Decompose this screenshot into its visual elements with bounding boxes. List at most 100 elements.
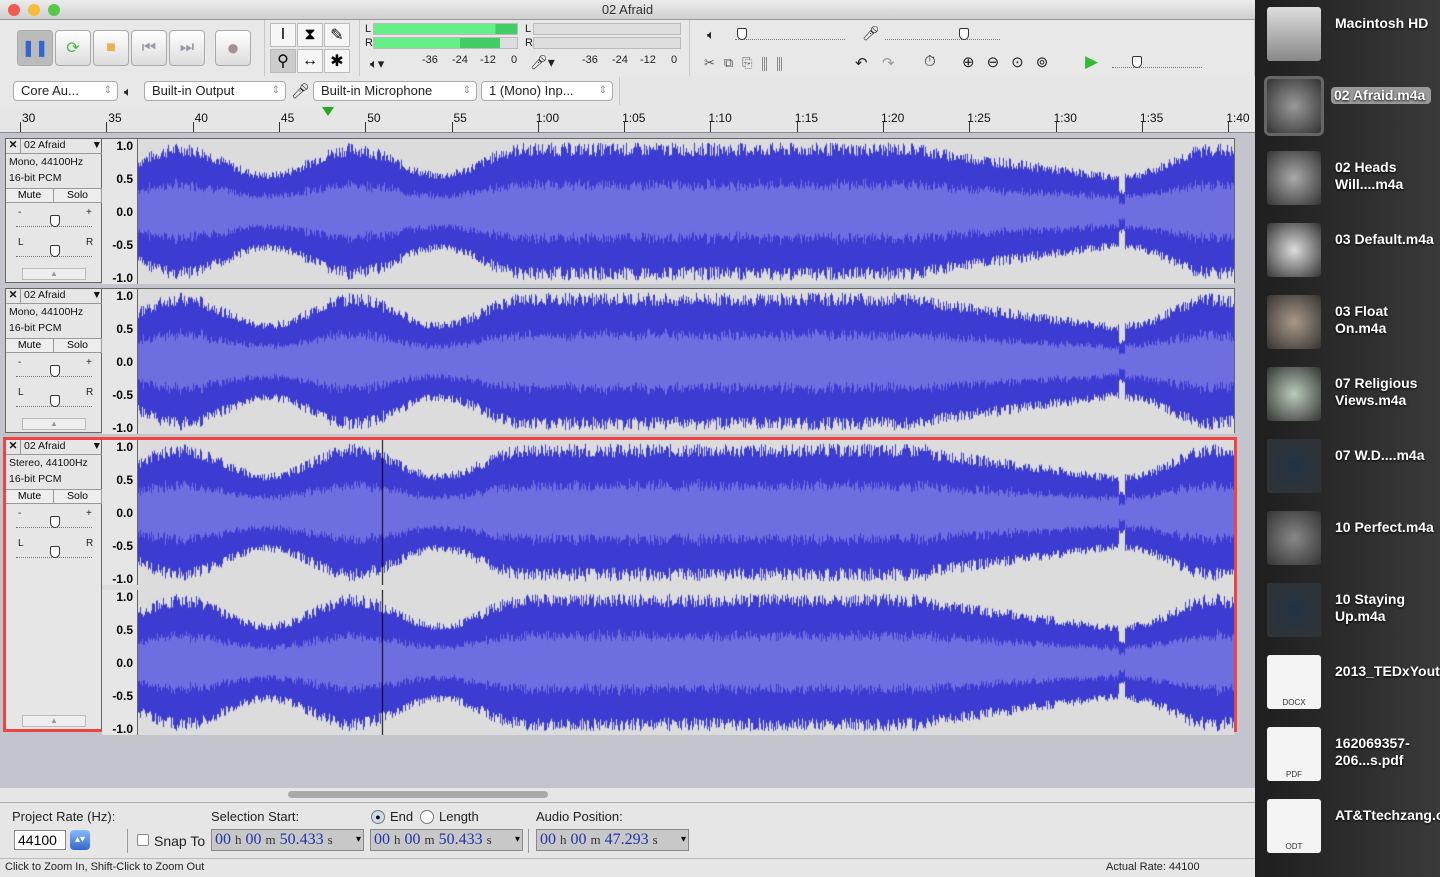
horizontal-scrollbar[interactable] <box>0 788 1255 802</box>
sync-lock-button[interactable]: ⏱ <box>924 53 936 70</box>
slider-knob[interactable] <box>50 546 60 558</box>
track-menu-chevron-icon[interactable]: ▼ <box>92 289 102 303</box>
track-area[interactable]: ✕ 02 Afraid ▼ Mono, 44100Hz 16-bit PCM Mut… <box>0 133 1255 788</box>
dock-item[interactable]: DOCX 2013_TEDxYouth....docx <box>1255 651 1440 719</box>
gain-slider[interactable] <box>16 363 92 377</box>
time-format-dropdown[interactable]: ▾ <box>515 830 520 850</box>
dock-item[interactable]: Macintosh HD <box>1255 3 1440 71</box>
play-speed-slider[interactable] <box>1112 54 1202 68</box>
draw-tool[interactable]: ✎ <box>324 23 350 47</box>
solo-button[interactable]: Solo <box>54 490 102 503</box>
output-volume-slider[interactable] <box>735 26 845 40</box>
zoom-button[interactable] <box>48 4 60 16</box>
mute-button[interactable]: Mute <box>6 339 54 352</box>
output-device-select[interactable]: Built-in Output <box>144 81 286 101</box>
project-rate-input[interactable]: 44100 <box>14 830 66 850</box>
minimize-button[interactable] <box>28 4 40 16</box>
zoom-tool[interactable]: ⚲ <box>270 49 296 73</box>
waveform-channel[interactable] <box>138 289 1234 434</box>
multi-tool[interactable]: ✱ <box>324 49 350 73</box>
loop-play-button[interactable]: ⟳ <box>55 30 91 66</box>
dock-item[interactable]: ODT AT&Ttechzang.odt <box>1255 795 1440 863</box>
envelope-tool[interactable]: ⧗ <box>297 23 323 47</box>
zoom-buttons[interactable]: ⊕⊖⊙⊚ <box>962 53 1060 71</box>
close-track-icon[interactable]: ✕ <box>6 139 21 153</box>
time-shift-tool[interactable]: ↔ <box>297 49 323 73</box>
audio-host-select[interactable]: Core Au... <box>13 81 118 101</box>
audio-position-time[interactable]: 00 h 00 m 47.293 s ▾ <box>536 829 689 851</box>
snap-to-checkbox[interactable] <box>137 834 149 846</box>
length-radio[interactable] <box>420 810 434 824</box>
playhead-marker[interactable] <box>322 107 334 116</box>
solo-button[interactable]: Solo <box>54 189 102 202</box>
dock-item[interactable]: 07 Religious Views.m4a <box>1255 363 1440 431</box>
time-format-dropdown[interactable]: ▾ <box>356 830 361 850</box>
dock-item[interactable]: 02 Heads Will....m4a <box>1255 147 1440 215</box>
mute-button[interactable]: Mute <box>6 189 54 202</box>
meter-toolbar: L R L R 🔈︎▾ -36 -24 -12 0 🎤︎▾ -36 -24 -1… <box>360 20 690 76</box>
dock-item[interactable]: 03 Float On.m4a <box>1255 291 1440 359</box>
solo-button[interactable]: Solo <box>54 339 102 352</box>
scale-label: 1.0 <box>116 590 133 604</box>
dock-item[interactable]: 07 W.D....m4a <box>1255 435 1440 503</box>
pan-slider[interactable] <box>16 393 92 407</box>
selection-tool[interactable]: I <box>270 23 296 47</box>
dock-item[interactable]: 03 Default.m4a <box>1255 219 1440 287</box>
close-track-icon[interactable]: ✕ <box>6 440 21 454</box>
collapse-track-button[interactable]: ▲ <box>22 715 86 727</box>
scrollbar-thumb[interactable] <box>288 791 548 798</box>
collapse-track-button[interactable]: ▲ <box>22 268 86 280</box>
ruler-tick-label: 1:20 <box>881 111 905 125</box>
mute-button[interactable]: Mute <box>6 490 54 503</box>
pan-slider[interactable] <box>16 544 92 558</box>
dock-item[interactable]: PDF 162069357-206...s.pdf <box>1255 723 1440 791</box>
play-at-speed-button[interactable]: ▶ <box>1085 52 1098 72</box>
undo-button[interactable]: ↶ <box>855 54 868 72</box>
edit-buttons[interactable]: ✂⧉⎘⫼⫼ <box>704 55 791 71</box>
skip-start-button[interactable]: ⏮ <box>131 30 167 66</box>
gain-slider[interactable] <box>16 213 92 227</box>
stop-button[interactable]: ■ <box>93 30 129 66</box>
input-channels-select[interactable]: 1 (Mono) Inp... <box>481 81 613 101</box>
timeline-ruler[interactable]: 30 35 40 45 50 55 1:00 1:05 1:10 1:15 1:20 1:25 1:30… <box>0 108 1255 133</box>
track-menu-chevron-icon[interactable]: ▼ <box>92 139 102 153</box>
pan-slider[interactable] <box>16 243 92 257</box>
project-rate-stepper[interactable]: ▴▾ <box>70 830 90 850</box>
slider-knob[interactable] <box>50 365 60 377</box>
track-name-menu[interactable]: 02 Afraid <box>21 289 92 303</box>
dock-item[interactable]: 10 Perfect.m4a <box>1255 507 1440 575</box>
close-track-icon[interactable]: ✕ <box>6 289 21 303</box>
slider-knob[interactable] <box>50 516 60 528</box>
redo-button[interactable]: ↷ <box>882 54 895 72</box>
track-name-menu[interactable]: 02 Afraid <box>21 139 92 153</box>
microphone-icon[interactable]: 🎤︎▾ <box>530 54 555 71</box>
record-button[interactable]: ● <box>215 30 251 66</box>
end-radio[interactable]: ● <box>371 810 385 824</box>
gain-slider[interactable] <box>16 514 92 528</box>
tools-toolbar: I ⧗ ✎ ⚲ ↔ ✱ <box>265 20 360 76</box>
input-device-select[interactable]: Built-in Microphone <box>313 81 477 101</box>
selection-end-time[interactable]: 00 h 00 m 50.433 s ▾ <box>370 829 523 851</box>
slider-knob[interactable] <box>50 395 60 407</box>
track-menu-chevron-icon[interactable]: ▼ <box>92 440 102 454</box>
waveform-channel[interactable] <box>138 590 1234 735</box>
slider-knob[interactable] <box>50 215 60 227</box>
pause-button[interactable]: ❚❚ <box>17 30 53 66</box>
waveform-channel[interactable] <box>138 440 1234 585</box>
scale-label: 0.0 <box>116 656 133 670</box>
slider-knob[interactable] <box>50 245 60 257</box>
track-name-menu[interactable]: 02 Afraid <box>21 440 92 454</box>
collapse-track-button[interactable]: ▲ <box>22 418 86 430</box>
audio-track[interactable]: ✕ 02 Afraid ▼ Mono, 44100Hz 16-bit PCM Mut… <box>5 138 1235 285</box>
skip-end-button[interactable]: ⏭ <box>169 30 205 66</box>
audio-track[interactable]: ✕ 02 Afraid ▼ Mono, 44100Hz 16-bit PCM Mut… <box>5 288 1235 435</box>
dock-item[interactable]: 02 Afraid.m4a <box>1255 75 1440 143</box>
speaker-icon[interactable]: 🔈︎▾ <box>370 56 384 72</box>
selection-start-time[interactable]: 00 h 00 m 50.433 s ▾ <box>211 829 364 851</box>
audio-track[interactable]: ✕ 02 Afraid ▼ Stereo, 44100Hz 16-bit PCM M… <box>3 437 1237 736</box>
time-format-dropdown[interactable]: ▾ <box>681 830 686 850</box>
dock-item[interactable]: 10 Staying Up.m4a <box>1255 579 1440 647</box>
close-button[interactable] <box>8 4 20 16</box>
input-volume-slider[interactable] <box>885 26 1000 40</box>
waveform-channel[interactable] <box>138 139 1234 284</box>
